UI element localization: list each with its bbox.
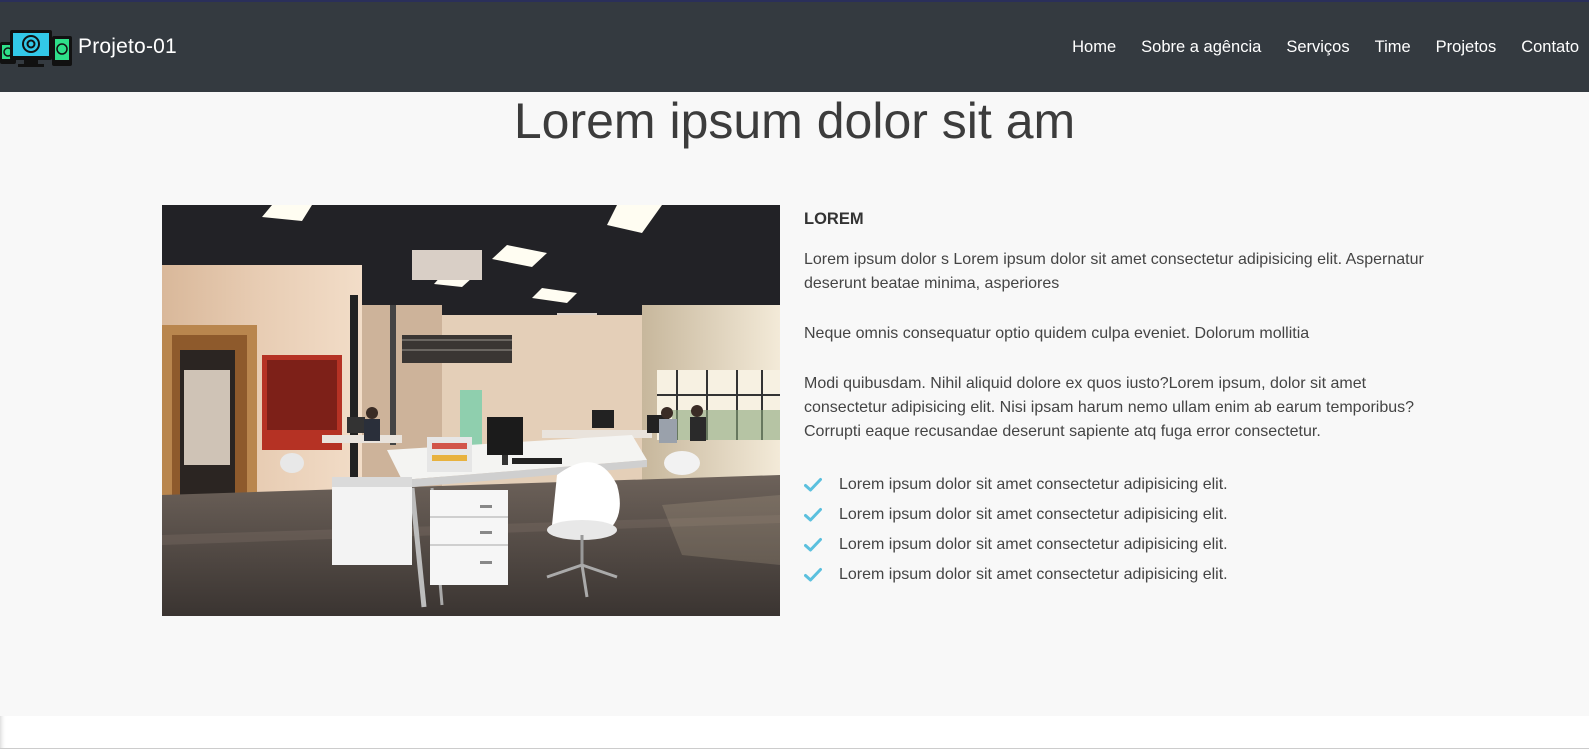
list-item-text: Lorem ipsum dolor sit amet consectetur a… bbox=[839, 476, 1228, 493]
brand-name: Projeto-01 bbox=[78, 35, 177, 58]
nav-home[interactable]: Home bbox=[1072, 38, 1116, 57]
feature-checklist: Lorem ipsum dolor sit amet consectetur a… bbox=[804, 470, 1444, 590]
paragraph-2: Neque omnis consequatur optio quidem cul… bbox=[804, 325, 1310, 342]
list-item-text: Lorem ipsum dolor sit amet consectetur a… bbox=[839, 566, 1228, 583]
navbar: Projeto-01 Home Sobre a agência Serviços… bbox=[0, 0, 1589, 92]
check-icon bbox=[804, 508, 822, 522]
check-icon bbox=[804, 568, 822, 582]
section-title: Lorem ipsum dolor sit am bbox=[513, 93, 1076, 149]
check-icon bbox=[804, 538, 822, 552]
list-item-text: Lorem ipsum dolor sit amet consectetur a… bbox=[839, 506, 1228, 523]
content-heading: LOREM bbox=[804, 210, 864, 228]
office-photo bbox=[162, 205, 780, 616]
main-nav: Home Sobre a agência Serviços Time Proje… bbox=[1047, 2, 1579, 92]
nav-time[interactable]: Time bbox=[1375, 38, 1411, 57]
brand-link[interactable]: Projeto-01 bbox=[0, 2, 177, 92]
list-item-text: Lorem ipsum dolor sit amet consectetur a… bbox=[839, 536, 1228, 553]
paragraph-3: Modi quibusdam. Nihil aliquid dolore ex … bbox=[804, 375, 1415, 440]
list-item: Lorem ipsum dolor sit amet consectetur a… bbox=[804, 500, 1444, 530]
nav-servicos[interactable]: Serviços bbox=[1286, 38, 1349, 57]
about-content: LOREM Lorem ipsum dolor s Lorem ipsum do… bbox=[804, 205, 1444, 590]
next-section-edge bbox=[0, 716, 1589, 749]
check-icon bbox=[804, 478, 822, 492]
list-item: Lorem ipsum dolor sit amet consectetur a… bbox=[804, 530, 1444, 560]
list-item: Lorem ipsum dolor sit amet consectetur a… bbox=[804, 560, 1444, 590]
nav-projetos[interactable]: Projetos bbox=[1436, 38, 1497, 57]
paragraph-1: Lorem ipsum dolor s Lorem ipsum dolor si… bbox=[804, 251, 1424, 292]
devices-logo-icon bbox=[0, 30, 72, 67]
nav-contato[interactable]: Contato bbox=[1521, 38, 1579, 57]
list-item: Lorem ipsum dolor sit amet consectetur a… bbox=[804, 470, 1444, 500]
nav-sobre[interactable]: Sobre a agência bbox=[1141, 38, 1261, 57]
